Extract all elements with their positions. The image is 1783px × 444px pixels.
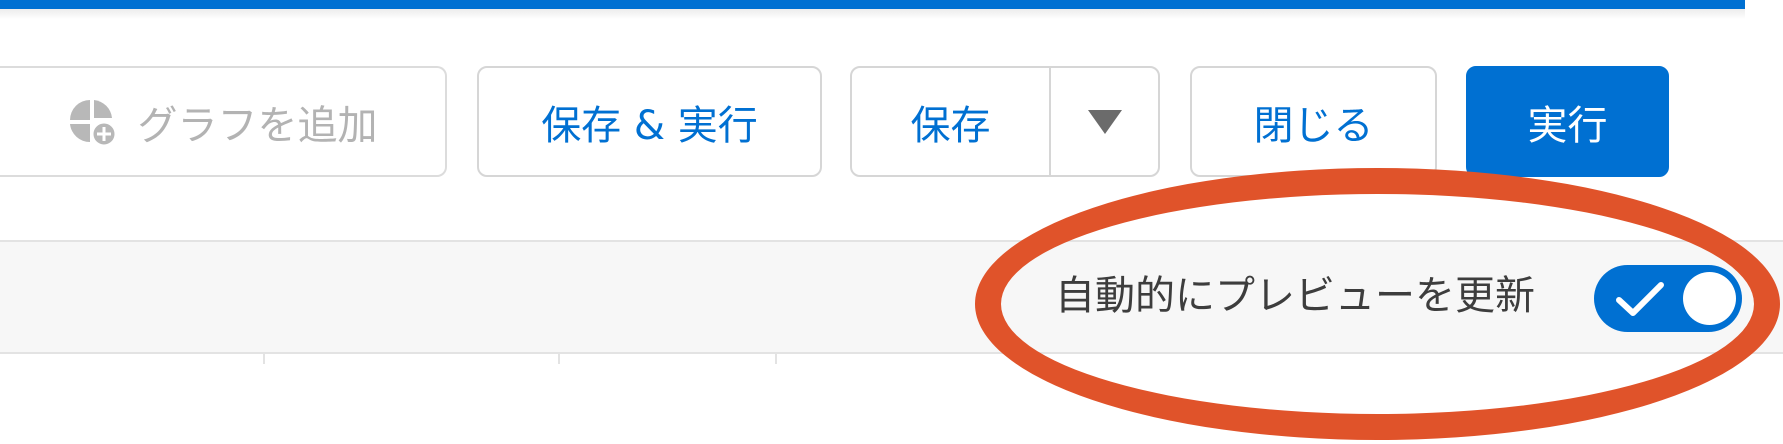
add-chart-label: グラフを追加 — [137, 102, 378, 149]
add-chart-button[interactable]: グラフを追加 — [0, 66, 447, 177]
save-label: 保存 — [910, 102, 991, 149]
column-divider — [775, 354, 777, 364]
column-divider — [263, 354, 265, 364]
save-button[interactable]: 保存 — [852, 68, 1051, 175]
chart-add-icon — [69, 99, 116, 146]
auto-preview-toggle[interactable] — [1594, 265, 1742, 332]
save-and-run-label: 保存 & 実行 — [541, 102, 758, 149]
header-accent-bar — [0, 0, 1745, 9]
run-label: 実行 — [1527, 102, 1608, 149]
column-divider — [558, 354, 560, 364]
run-button[interactable]: 実行 — [1466, 66, 1669, 177]
save-menu-button[interactable] — [1051, 68, 1158, 175]
save-and-run-button[interactable]: 保存 & 実行 — [477, 66, 822, 177]
close-label: 閉じる — [1253, 102, 1374, 149]
toggle-knob — [1683, 272, 1736, 325]
auto-preview-label: 自動的にプレビューを更新 — [1055, 273, 1535, 319]
caret-down-icon — [1087, 109, 1122, 134]
header-shadow — [0, 9, 1745, 19]
save-button-group: 保存 — [850, 66, 1160, 177]
check-icon — [1616, 282, 1664, 316]
close-button[interactable]: 閉じる — [1190, 66, 1437, 177]
